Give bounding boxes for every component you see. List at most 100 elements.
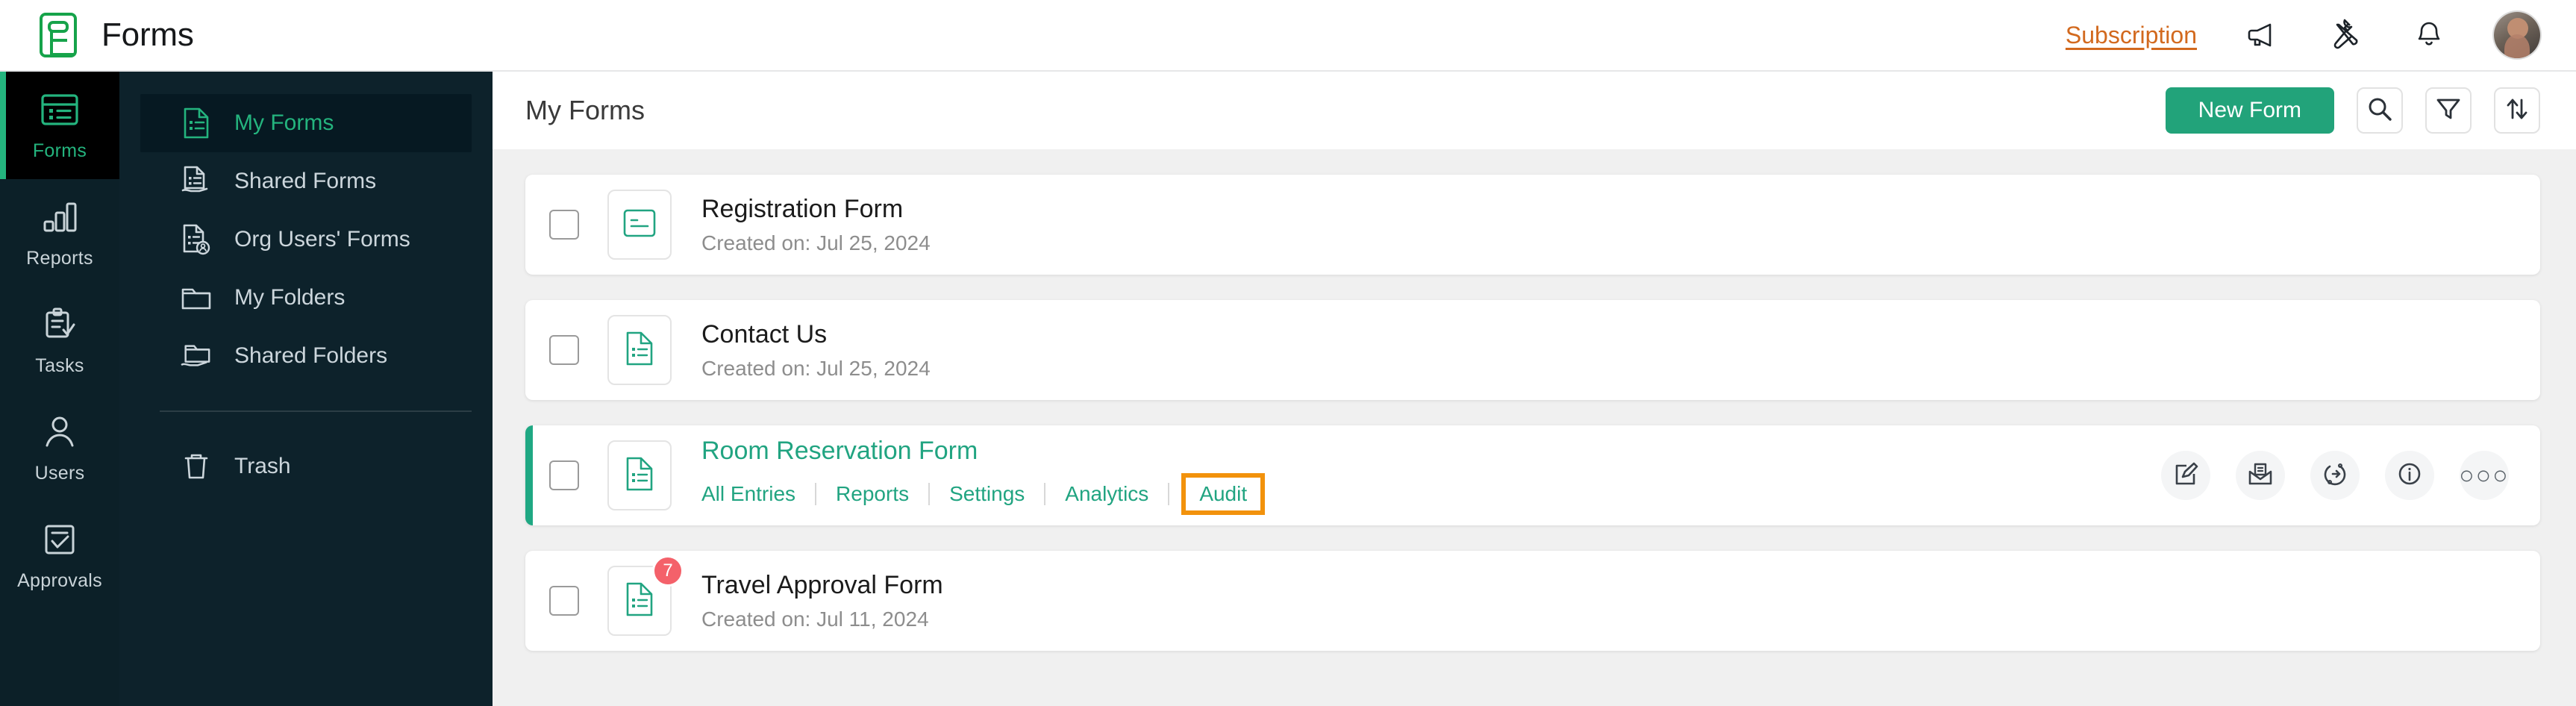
form-created-date: Created on: Jul 25, 2024 [701,356,931,380]
rail-item-users[interactable]: Users [0,394,119,502]
user-avatar[interactable] [2494,12,2540,58]
sidebar-item-org-users-forms[interactable]: Org Users' Forms [140,210,472,269]
row-checkbox[interactable] [549,335,579,365]
users-person-icon [42,412,78,452]
bell-icon[interactable] [2410,16,2448,54]
app-window: Forms Subscription Forms Reports Tasks U… [0,0,2576,706]
row-action-buttons: ○○○ [2161,451,2509,500]
form-thumbnail [607,190,672,260]
header-actions: Subscription [2066,12,2576,58]
table-row[interactable]: Contact Us Created on: Jul 25, 2024 [525,300,2540,400]
sort-button[interactable] [2494,87,2540,134]
form-title: Registration Form [701,194,904,223]
content-header: My Forms New Form [493,72,2576,149]
info-icon [2397,461,2422,490]
rail-label: Tasks [35,354,84,376]
link-reports[interactable]: Reports [816,482,928,506]
forms-list: Registration Form Created on: Jul 25, 20… [493,149,2576,706]
main-content: My Forms New Form Registration Form Crea… [493,72,2576,706]
document-list-icon [625,581,654,621]
row-text: Contact Us Created on: Jul 25, 2024 [701,320,931,381]
sidebar-item-label: My Forms [234,110,334,135]
rail-item-approvals[interactable]: Approvals [0,502,119,609]
app-body: Forms Reports Tasks Users Approvals My F… [0,72,2576,706]
reports-bar-chart-icon [41,197,78,237]
share-mail-button[interactable] [2236,451,2285,500]
link-divider [1168,482,1170,505]
form-created-date: Created on: Jul 25, 2024 [701,231,931,254]
brand[interactable]: Forms [0,12,194,58]
forms-icon [40,90,79,130]
search-icon [2367,96,2392,125]
form-action-links: All Entries Reports Settings Analytics A… [701,472,1266,515]
top-header: Forms Subscription [0,0,2576,72]
forms-logo-icon [39,12,82,58]
table-row[interactable]: 7 Travel Approval Form Created on: Jul 1… [525,551,2540,651]
form-thumbnail [607,440,672,510]
search-button[interactable] [2357,87,2403,134]
row-text: Registration Form Created on: Jul 25, 20… [701,195,931,255]
document-list-icon [181,106,212,140]
more-options-icon: ○○○ [2459,461,2510,490]
rail-item-tasks[interactable]: Tasks [0,287,119,394]
form-created-date: Created on: Jul 11, 2024 [701,607,929,631]
sidebar-item-label: Org Users' Forms [234,227,410,252]
filter-button[interactable] [2425,87,2472,134]
sidebar-divider [160,410,472,412]
rail-label: Forms [32,140,87,161]
rail-item-reports[interactable]: Reports [0,179,119,287]
form-title: Contact Us [701,319,828,349]
sidebar-item-trash[interactable]: Trash [140,437,472,496]
link-settings[interactable]: Settings [930,482,1044,506]
secondary-sidebar: My Forms Shared Forms Org Users' Forms M… [119,72,493,706]
sidebar-item-my-forms[interactable]: My Forms [140,94,472,152]
status-badge: 7 [652,555,684,587]
row-checkbox[interactable] [549,460,579,490]
link-audit-highlighted[interactable]: Audit [1181,472,1266,515]
tools-icon[interactable] [2327,16,2364,54]
table-row[interactable]: Registration Form Created on: Jul 25, 20… [525,175,2540,275]
more-options-button[interactable]: ○○○ [2459,451,2510,500]
row-checkbox[interactable] [549,586,579,616]
sidebar-item-label: My Folders [234,285,346,310]
sidebar-item-label: Trash [234,454,291,478]
table-row-selected[interactable]: Room Reservation Form All Entries Report… [525,425,2540,525]
rail-label: Users [34,462,85,484]
sidebar-item-label: Shared Forms [234,169,377,193]
sidebar-item-shared-forms[interactable]: Shared Forms [140,152,472,210]
icon-rail: Forms Reports Tasks Users Approvals [0,72,119,706]
shared-document-icon [181,164,212,199]
subscription-link[interactable]: Subscription [2066,22,2197,49]
link-all-entries[interactable]: All Entries [701,482,815,506]
link-analytics[interactable]: Analytics [1045,482,1168,506]
form-card-icon [622,208,657,242]
approvals-check-square-icon [43,519,77,560]
form-title-link[interactable]: Room Reservation Form [701,437,1265,466]
tasks-clipboard-check-icon [42,304,78,345]
row-text: Room Reservation Form All Entries Report… [701,437,1266,515]
form-thumbnail: 7 [607,555,684,636]
megaphone-icon[interactable] [2243,16,2280,54]
integrations-button[interactable] [2310,451,2360,500]
document-list-icon [625,456,654,496]
sidebar-item-shared-folders[interactable]: Shared Folders [140,327,472,385]
sort-icon [2504,96,2530,125]
form-title: Travel Approval Form [701,570,943,599]
edit-form-button[interactable] [2161,451,2210,500]
sidebar-item-my-folders[interactable]: My Folders [140,269,472,327]
form-thumbnail [607,315,672,385]
sidebar-item-label: Shared Folders [234,343,388,368]
new-form-button[interactable]: New Form [2165,87,2334,134]
trash-icon [181,449,212,484]
brand-name: Forms [101,16,194,53]
document-list-icon [625,331,654,370]
rail-label: Approvals [17,569,102,591]
rail-label: Reports [26,247,93,269]
content-toolbar: New Form [2165,87,2540,134]
row-checkbox[interactable] [549,210,579,240]
rail-item-forms[interactable]: Forms [0,72,119,179]
edit-form-icon [2173,461,2198,490]
info-button[interactable] [2385,451,2434,500]
row-text: Travel Approval Form Created on: Jul 11,… [701,571,943,631]
folder-icon [181,281,212,315]
